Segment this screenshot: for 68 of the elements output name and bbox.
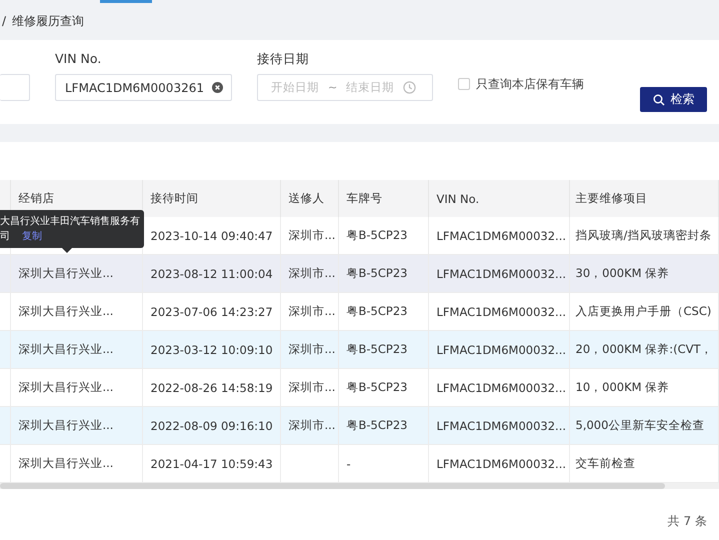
tooltip-text: 大昌行兴业丰田汽车销售服务有: [0, 214, 140, 229]
table-cell: 2023-03-12 10:09:10: [150, 342, 273, 356]
column-header: 车牌号: [338, 180, 428, 217]
horizontal-scrollbar[interactable]: [0, 483, 719, 489]
table-cell: LFMAC1DM6M00032...: [436, 418, 566, 432]
table-cell: 深圳大昌行兴业...: [18, 380, 114, 394]
table-cell: -: [346, 456, 351, 470]
active-tab-indicator: [100, 0, 152, 3]
table-cell: 2021-04-17 10:59:43: [150, 456, 273, 470]
table-cell: 20，000KM 保养:(CVT，: [576, 342, 712, 356]
table-cell: 深圳大昌行兴业...: [18, 418, 114, 432]
table-cell: 深圳市...: [288, 266, 336, 280]
table-cell: LFMAC1DM6M00032...: [436, 228, 566, 242]
clear-icon[interactable]: [212, 82, 223, 93]
table-cell: 入店更换用户手册（CSC): [576, 304, 712, 318]
table-cell: 2023-10-14 09:40:47: [150, 228, 273, 242]
table-cell: 深圳大昌行兴业...: [18, 456, 114, 470]
table-cell: 深圳大昌行兴业...: [18, 342, 114, 356]
table-cell: 粤B-5CP23: [346, 266, 408, 280]
table-row[interactable]: 深圳大昌行兴业... 2023-03-12 10:09:10 深圳市... 粤B-5CP23 LFMAC1DM6M00032... 20，000KM 保养:(CVT，: [0, 330, 718, 368]
column-header: 主要维修项目: [569, 180, 718, 217]
search-button[interactable]: 检索: [640, 87, 707, 112]
table-cell: 深圳大昌行兴业...: [18, 304, 114, 318]
copy-link[interactable]: 复制: [22, 229, 42, 244]
total-count: 共 7 条: [668, 513, 707, 530]
field-label: VIN No.: [55, 50, 102, 68]
own-vehicles-checkbox[interactable]: 只查询本店保有车辆: [458, 75, 584, 93]
search-icon: [652, 94, 664, 106]
end-date-placeholder: 结束日期: [345, 80, 396, 95]
table-row[interactable]: 深圳大昌行兴业... 2022-08-09 09:16:10 深圳市... 粤B-5CP23 LFMAC1DM6M00032... 5,000公里新车安全检查: [0, 406, 718, 444]
field-label: 接待日期: [257, 50, 310, 68]
breadcrumb-separator: /: [2, 14, 6, 28]
table-cell: 粤B-5CP23: [346, 342, 408, 356]
table-cell: 挡风玻璃/挡风玻璃密封条: [576, 228, 712, 242]
table-cell: LFMAC1DM6M00032...: [436, 342, 566, 356]
table-cell: 5,000公里新车安全检查: [576, 418, 704, 432]
start-date-placeholder: 开始日期: [270, 80, 320, 95]
table-row[interactable]: 深圳大昌行兴业... 2023-08-12 11:00:04 深圳市... 粤B-5CP23 LFMAC1DM6M00032... 30，000KM 保养: [0, 254, 718, 292]
table-cell: 深圳市...: [288, 228, 336, 242]
table-cell: 粤B-5CP23: [346, 228, 408, 242]
table-cell: 30，000KM 保养: [576, 266, 670, 280]
table-cell: 深圳市...: [288, 304, 336, 318]
input-field[interactable]: [0, 74, 30, 101]
column-header: VIN No.: [428, 180, 569, 217]
clock-icon: [403, 81, 416, 94]
table-cell: LFMAC1DM6M00032...: [436, 380, 566, 394]
table-cell: 2023-08-12 11:00:04: [150, 266, 273, 280]
vin-input[interactable]: LFMAC1DM6M0003261: [55, 74, 232, 101]
table-cell: 10，000KM 保养: [576, 380, 670, 394]
table-cell: LFMAC1DM6M00032...: [436, 266, 566, 280]
breadcrumb-current: 维修履历查询: [12, 12, 84, 30]
date-separator: ~: [328, 81, 338, 94]
column-header: 接待时间: [142, 180, 280, 217]
table-cell: 深圳大昌行兴业...: [18, 266, 114, 280]
table-cell: 粤B-5CP23: [346, 380, 408, 394]
table-cell: 深圳市...: [288, 342, 336, 356]
table-cell: 粤B-5CP23: [346, 418, 408, 432]
table-cell: 2022-08-09 09:16:10: [150, 418, 273, 432]
table-cell: LFMAC1DM6M00032...: [436, 304, 566, 318]
table-cell: 深圳市...: [288, 418, 336, 432]
tooltip-text: 司: [0, 230, 10, 244]
column-header: 送修人: [280, 180, 338, 217]
table-cell: 交车前检查: [576, 456, 636, 470]
table-cell: 2023-07-06 14:23:27: [150, 304, 273, 318]
table-cell: LFMAC1DM6M00032...: [436, 456, 566, 470]
table-cell: 粤B-5CP23: [346, 304, 408, 318]
table-cell: 2022-08-26 14:58:19: [150, 380, 273, 394]
table-cell: 深圳市...: [288, 380, 336, 394]
